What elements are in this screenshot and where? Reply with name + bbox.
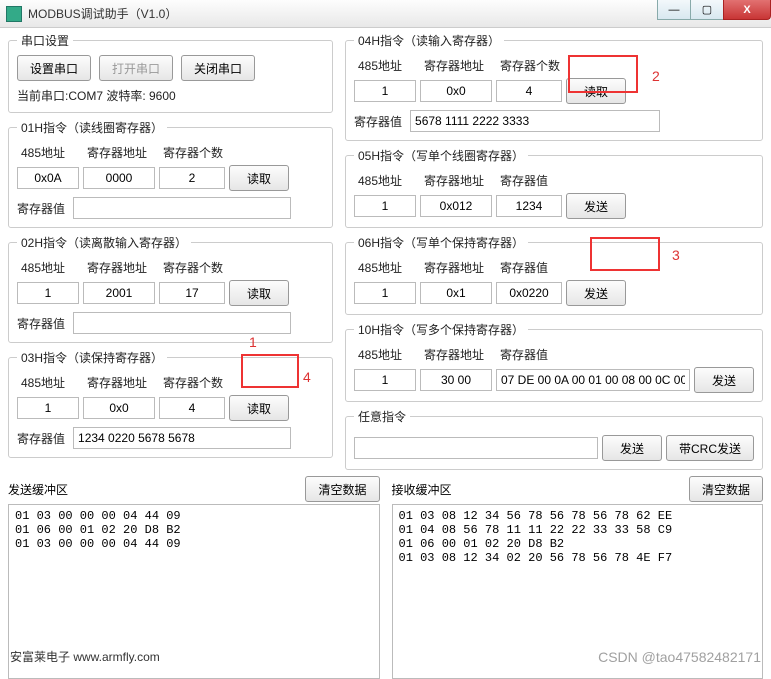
cmd01-regval-input[interactable] [73,197,291,219]
cmd02-read-button[interactable]: 读取 [229,280,289,306]
cmd06-addr-label: 485地址 [354,259,416,276]
cmd01-addr-input[interactable] [17,167,79,189]
cmd02-regaddr-input[interactable] [83,282,155,304]
cmd03-regaddr-input[interactable] [83,397,155,419]
cmd05-regaddr-label: 寄存器地址 [420,172,492,189]
cmd10-addr-label: 485地址 [354,346,416,363]
cmd10-regval-input[interactable] [496,369,690,391]
cmd04-regcount-input[interactable] [496,80,562,102]
cmd03-regcount-label: 寄存器个数 [159,374,227,391]
rxbuf-clear-button[interactable]: 清空数据 [689,476,763,502]
cmd10-legend: 10H指令（写多个保持寄存器） [354,321,528,338]
footer-text: 安富莱电子 www.armfly.com [10,648,160,665]
watermark: CSDN @tao47582482171 [598,649,761,665]
cmd04-read-button[interactable]: 读取 [566,78,626,104]
cmd03-addr-input[interactable] [17,397,79,419]
cmd05-send-button[interactable]: 发送 [566,193,626,219]
cmd01-regcount-input[interactable] [159,167,225,189]
cmd05-addr-label: 485地址 [354,172,416,189]
cmd06-send-button[interactable]: 发送 [566,280,626,306]
cmd04-legend: 04H指令（读输入寄存器） [354,32,504,49]
cmd01-regval-label: 寄存器值 [17,200,65,217]
cmd05-group: 05H指令（写单个线圈寄存器） 485地址 寄存器地址 寄存器值 发送 [345,147,763,228]
anycmd-input[interactable] [354,437,598,459]
close-button[interactable]: X [723,0,771,20]
cmd02-addr-label: 485地址 [17,259,79,276]
cmd06-group: 06H指令（写单个保持寄存器） 485地址 寄存器地址 寄存器值 发送 [345,234,763,315]
cmd02-legend: 02H指令（读离散输入寄存器） [17,234,191,251]
cmd10-addr-input[interactable] [354,369,416,391]
cmd06-regval-input[interactable] [496,282,562,304]
cmd03-addr-label: 485地址 [17,374,79,391]
cmd02-regaddr-label: 寄存器地址 [83,259,155,276]
txbuf-clear-button[interactable]: 清空数据 [305,476,379,502]
cmd05-regval-label: 寄存器值 [496,172,564,189]
cmd03-regcount-input[interactable] [159,397,225,419]
open-serial-button[interactable]: 打开串口 [99,55,173,81]
anycmd-legend: 任意指令 [354,408,410,425]
cmd01-read-button[interactable]: 读取 [229,165,289,191]
cmd06-regaddr-input[interactable] [420,282,492,304]
cmd05-regaddr-input[interactable] [420,195,492,217]
anycmd-send-button[interactable]: 发送 [602,435,662,461]
minimize-button[interactable]: — [657,0,691,20]
anycmd-group: 任意指令 发送 带CRC发送 [345,408,763,470]
cmd10-send-button[interactable]: 发送 [694,367,754,393]
cmd04-regaddr-input[interactable] [420,80,492,102]
cmd02-regval-label: 寄存器值 [17,315,65,332]
cmd02-group: 02H指令（读离散输入寄存器） 485地址 寄存器地址 寄存器个数 读取 寄存器… [8,234,333,343]
cmd01-group: 01H指令（读线圈寄存器） 485地址 寄存器地址 寄存器个数 读取 寄存器值 [8,119,333,228]
cmd01-legend: 01H指令（读线圈寄存器） [17,119,167,136]
cmd10-regval-label: 寄存器值 [496,346,564,363]
close-serial-button[interactable]: 关闭串口 [181,55,255,81]
txbuf-label: 发送缓冲区 [8,481,68,498]
cmd06-regaddr-label: 寄存器地址 [420,259,492,276]
cmd05-addr-input[interactable] [354,195,416,217]
cmd02-regcount-label: 寄存器个数 [159,259,227,276]
cmd05-legend: 05H指令（写单个线圈寄存器） [354,147,528,164]
cmd04-regval-input[interactable] [410,110,660,132]
cmd04-regcount-label: 寄存器个数 [496,57,564,74]
cmd02-regval-input[interactable] [73,312,291,334]
app-icon [6,6,22,22]
titlebar: MODBUS调试助手（V1.0） — ▢ X [0,0,771,28]
cmd10-group: 10H指令（写多个保持寄存器） 485地址 寄存器地址 寄存器值 发送 [345,321,763,402]
cmd06-legend: 06H指令（写单个保持寄存器） [354,234,528,251]
cmd04-regaddr-label: 寄存器地址 [420,57,492,74]
cmd04-regval-label: 寄存器值 [354,113,402,130]
cmd01-addr-label: 485地址 [17,144,79,161]
cmd02-addr-input[interactable] [17,282,79,304]
cmd03-regval-label: 寄存器值 [17,430,65,447]
rxbuf-label: 接收缓冲区 [392,481,452,498]
serial-group: 串口设置 设置串口 打开串口 关闭串口 当前串口:COM7 波特率: 9600 [8,32,333,113]
cmd02-regcount-input[interactable] [159,282,225,304]
maximize-button[interactable]: ▢ [690,0,724,20]
anycmd-sendcrc-button[interactable]: 带CRC发送 [666,435,754,461]
serial-status: 当前串口:COM7 波特率: 9600 [17,87,324,104]
cmd04-addr-label: 485地址 [354,57,416,74]
cmd01-regaddr-label: 寄存器地址 [83,144,155,161]
cmd03-read-button[interactable]: 读取 [229,395,289,421]
cmd10-regaddr-input[interactable] [420,369,492,391]
cmd03-group: 03H指令（读保持寄存器） 485地址 寄存器地址 寄存器个数 读取 寄存器值 [8,349,333,458]
cmd01-regaddr-input[interactable] [83,167,155,189]
cmd03-legend: 03H指令（读保持寄存器） [17,349,167,366]
cmd03-regaddr-label: 寄存器地址 [83,374,155,391]
set-serial-button[interactable]: 设置串口 [17,55,91,81]
cmd05-regval-input[interactable] [496,195,562,217]
cmd10-regaddr-label: 寄存器地址 [420,346,492,363]
window-controls: — ▢ X [658,0,771,20]
cmd06-regval-label: 寄存器值 [496,259,564,276]
cmd01-regcount-label: 寄存器个数 [159,144,227,161]
cmd03-regval-input[interactable] [73,427,291,449]
cmd06-addr-input[interactable] [354,282,416,304]
cmd04-group: 04H指令（读输入寄存器） 485地址 寄存器地址 寄存器个数 读取 寄存器值 [345,32,763,141]
serial-legend: 串口设置 [17,32,73,49]
cmd04-addr-input[interactable] [354,80,416,102]
window-title: MODBUS调试助手（V1.0） [28,5,177,22]
